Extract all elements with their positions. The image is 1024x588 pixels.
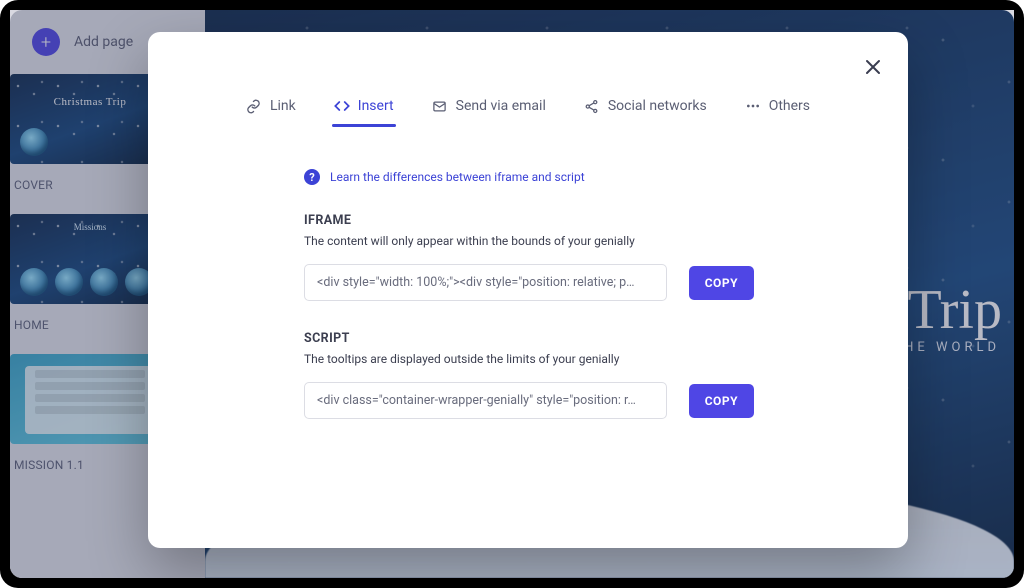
- tab-label: Send via email: [456, 98, 546, 114]
- tab-others[interactable]: Others: [745, 98, 810, 126]
- mail-icon: [432, 98, 448, 114]
- link-icon: [246, 98, 262, 114]
- script-code-input[interactable]: <div class="container-wrapper-genially" …: [304, 382, 667, 419]
- share-modal: Link Insert Send via email: [148, 32, 908, 548]
- more-icon: [745, 98, 761, 114]
- tab-label: Link: [270, 98, 296, 114]
- app-window: + Add page Christmas Trip COVER Missions…: [0, 0, 1024, 588]
- tab-label: Others: [769, 98, 810, 114]
- modal-body: ? Learn the differences between iframe a…: [304, 169, 754, 419]
- close-icon: [864, 58, 882, 76]
- script-subtitle: The tooltips are displayed outside the l…: [304, 352, 754, 366]
- help-link[interactable]: Learn the differences between iframe and…: [330, 170, 585, 184]
- code-icon: [334, 98, 350, 114]
- tab-social[interactable]: Social networks: [584, 98, 707, 126]
- help-line: ? Learn the differences between iframe a…: [304, 169, 754, 185]
- modal-tabbar: Link Insert Send via email: [182, 98, 874, 127]
- iframe-copy-button[interactable]: COPY: [689, 266, 754, 300]
- tab-label: Social networks: [608, 98, 707, 114]
- share-icon: [584, 98, 600, 114]
- tab-link[interactable]: Link: [246, 98, 296, 126]
- tab-email[interactable]: Send via email: [432, 98, 546, 126]
- script-title: SCRIPT: [304, 331, 754, 346]
- tab-label: Insert: [358, 98, 394, 114]
- iframe-code-input[interactable]: <div style="width: 100%;"><div style="po…: [304, 264, 667, 301]
- app-content: + Add page Christmas Trip COVER Missions…: [10, 10, 1014, 578]
- iframe-title: IFRAME: [304, 213, 754, 228]
- tab-insert[interactable]: Insert: [334, 98, 394, 126]
- close-button[interactable]: [860, 54, 886, 80]
- iframe-subtitle: The content will only appear within the …: [304, 234, 754, 248]
- help-icon: ?: [304, 169, 320, 185]
- script-copy-button[interactable]: COPY: [689, 384, 754, 418]
